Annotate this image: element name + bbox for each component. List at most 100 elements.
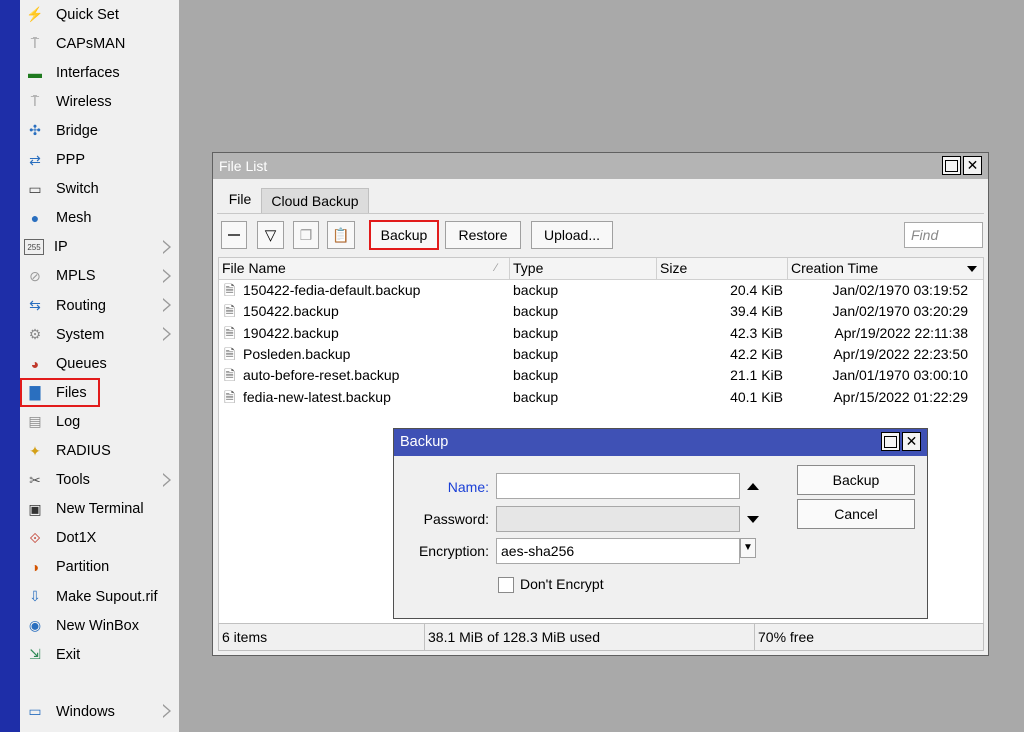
file-list-titlebar[interactable]: File List ✕ xyxy=(213,153,988,179)
backup-dialog-title: Backup xyxy=(400,434,449,450)
tab-divider xyxy=(217,213,984,214)
table-row[interactable]: 🗎 190422.backup backup 42.3 KiB Apr/19/2022 … xyxy=(219,323,985,344)
log-icon: ▤ xyxy=(28,413,42,430)
tab-file[interactable]: File xyxy=(221,186,259,212)
sidebar-item-capsman[interactable]: ⍑ CAPsMAN xyxy=(20,29,179,58)
sort-icon: ∕ xyxy=(495,262,497,274)
sidebar-item-partition[interactable]: ◑ Partition xyxy=(20,553,179,582)
file-icon: 🗎 xyxy=(224,367,236,384)
dont-encrypt-checkbox[interactable] xyxy=(498,577,514,593)
file-icon: 🗎 xyxy=(224,345,236,362)
password-expand-icon[interactable] xyxy=(747,516,759,523)
tab-file-label: File xyxy=(228,191,252,207)
password-input[interactable] xyxy=(496,506,740,532)
filter-button[interactable]: ▽ xyxy=(257,221,284,249)
sidebar-item-label: MPLS xyxy=(56,268,96,285)
table-row[interactable]: 🗎 150422-fedia-default.backup backup 20.4 K… xyxy=(219,280,985,301)
close-button[interactable]: ✕ xyxy=(963,156,982,175)
sidebar-item-wireless[interactable]: ⍑ Wireless xyxy=(20,87,179,116)
sidebar-item-queues[interactable]: ◕ Queues xyxy=(20,349,179,378)
sidebar-item-label: New Terminal xyxy=(56,501,144,518)
sidebar-item-new-terminal[interactable]: ▣ New Terminal xyxy=(20,495,179,524)
find-input[interactable]: Find xyxy=(904,222,983,248)
dialog-backup-label: Backup xyxy=(832,472,880,488)
sidebar-item-quick-set[interactable]: ⚡ Quick Set xyxy=(20,0,179,29)
remove-button[interactable] xyxy=(221,221,247,249)
sidebar-item-label: New WinBox xyxy=(56,617,139,634)
dialog-backup-button[interactable]: Backup xyxy=(797,465,915,495)
encryption-dropdown-button[interactable]: ▼ xyxy=(740,538,756,558)
dont-encrypt-label: Don't Encrypt xyxy=(520,576,604,592)
filter-icon: ▽ xyxy=(264,227,277,244)
backup-button[interactable]: Backup xyxy=(369,220,439,250)
dialog-close-button[interactable]: ✕ xyxy=(902,432,921,451)
sidebar-item-interfaces[interactable]: ▬ Interfaces xyxy=(20,58,179,87)
sidebar-item-label: RADIUS xyxy=(56,443,111,459)
table-row[interactable]: 🗎 150422.backup backup 39.4 KiB Jan/02/1970 … xyxy=(219,301,985,322)
submenu-arrow-icon xyxy=(162,472,171,487)
encryption-select[interactable]: aes-sha256 xyxy=(496,538,740,564)
tab-cloud-backup-label: Cloud Backup xyxy=(271,193,359,209)
submenu-arrow-icon xyxy=(162,239,171,254)
sidebar-item-windows[interactable]: ▭ Windows xyxy=(20,697,179,726)
maximize-button[interactable] xyxy=(942,156,961,175)
windows-icon: ▭ xyxy=(28,703,42,719)
sidebar-item-label: PPP xyxy=(56,152,86,168)
paste-button[interactable]: 📋 xyxy=(327,221,355,249)
window-title: File List xyxy=(219,158,268,174)
sidebar-item-mpls[interactable]: ⊘ MPLS xyxy=(20,262,179,291)
table-row[interactable]: 🗎 Posleden.backup backup 42.2 KiB Apr/19/202… xyxy=(219,344,985,365)
upload-button[interactable]: Upload... xyxy=(531,221,613,249)
sidebar-item-ppp[interactable]: ⇄ PPP xyxy=(20,146,179,175)
sidebar-item-switch[interactable]: ▭ Switch xyxy=(20,175,179,204)
table-row[interactable]: 🗎 auto-before-reset.backup backup 21.1 KiB J… xyxy=(219,365,985,386)
table-header: File Name ∕ Type Size Creation Time xyxy=(219,258,983,280)
sidebar-item-exit[interactable]: ⇲ Exit xyxy=(20,640,179,669)
column-file-name[interactable]: File Name ∕ xyxy=(219,258,510,279)
cell-type: backup xyxy=(513,324,559,341)
column-creation-time[interactable]: Creation Time xyxy=(788,258,983,279)
mpls-icon: ⊘ xyxy=(29,267,41,284)
dialog-cancel-button[interactable]: Cancel xyxy=(797,499,915,529)
table-row[interactable]: 🗎 fedia-new-latest.backup backup 40.1 KiB Ap… xyxy=(219,387,985,408)
tab-cloud-backup[interactable]: Cloud Backup xyxy=(261,188,369,214)
column-size[interactable]: Size xyxy=(657,258,788,279)
sidebar-item-radius[interactable]: ✦ RADIUS xyxy=(20,437,179,466)
gear-icon: ⚙ xyxy=(28,326,42,343)
ppp-icon: ⇄ xyxy=(29,151,41,168)
dialog-maximize-button[interactable] xyxy=(881,432,900,451)
password-label: Password: xyxy=(423,511,489,527)
sidebar-item-ip[interactable]: 255 IP xyxy=(20,233,179,262)
sidebar-item-label: Mesh xyxy=(56,210,92,227)
sidebar-item-files[interactable]: ▇ Files xyxy=(20,378,100,408)
column-type[interactable]: Type xyxy=(510,258,657,279)
sidebar-item-new-winbox[interactable]: ◉ New WinBox xyxy=(20,611,179,640)
switch-icon: ▭ xyxy=(28,180,42,197)
sidebar-item-tools[interactable]: ✂ Tools xyxy=(20,466,179,495)
winbox-side-strip xyxy=(0,0,20,732)
sidebar-item-mesh[interactable]: ● Mesh xyxy=(20,204,179,233)
sidebar-item-bridge[interactable]: ✣ Bridge xyxy=(20,116,179,145)
wand-icon: ⚡ xyxy=(26,6,44,22)
status-usage: 38.1 MiB of 128.3 MiB used xyxy=(425,624,755,650)
sidebar-item-log[interactable]: ▤ Log xyxy=(20,407,179,436)
sidebar-item-label: Quick Set xyxy=(56,6,119,23)
cell-created: Jan/01/1970 03:00:10 xyxy=(832,367,968,384)
name-collapse-icon[interactable] xyxy=(747,483,759,490)
column-menu-icon[interactable] xyxy=(967,266,977,272)
copy-button[interactable]: ❐ xyxy=(293,221,319,249)
sidebar-item-dot1x[interactable]: ⟐ Dot1X xyxy=(20,524,179,553)
paste-icon: 📋 xyxy=(332,226,350,243)
backup-dialog-titlebar[interactable]: Backup ✕ xyxy=(394,429,927,456)
sidebar-item-label: Exit xyxy=(56,646,81,663)
sidebar-item-system[interactable]: ⚙ System xyxy=(20,320,179,349)
cell-name: fedia-new-latest.backup xyxy=(243,388,391,405)
sidebar-item-routing[interactable]: ⇆ Routing xyxy=(20,291,179,320)
file-icon: 🗎 xyxy=(224,388,236,405)
name-input[interactable] xyxy=(496,473,740,499)
sidebar-item-make-supout-rif[interactable]: ⇩ Make Supout.rif xyxy=(20,582,179,611)
sidebar-item-label: Dot1X xyxy=(56,530,97,547)
mesh-icon: ● xyxy=(30,210,40,227)
restore-button[interactable]: Restore xyxy=(445,221,521,249)
restore-button-label: Restore xyxy=(458,227,508,243)
